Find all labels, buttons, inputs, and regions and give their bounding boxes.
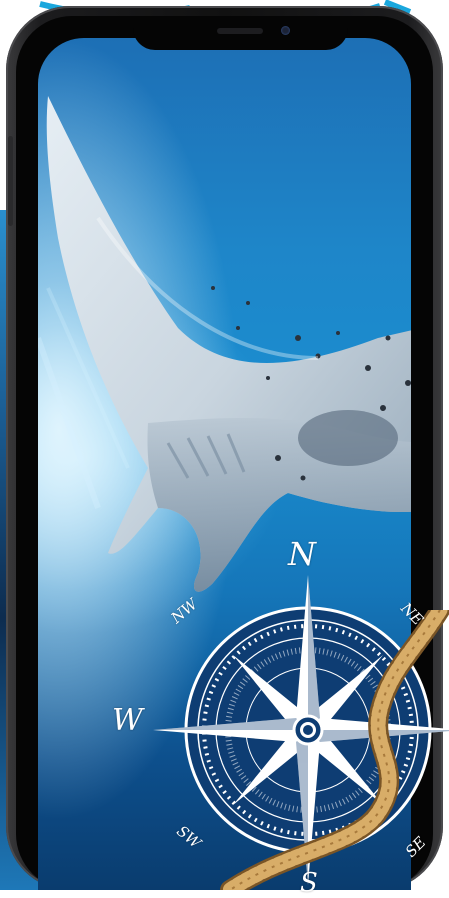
- notch-speaker: [217, 28, 263, 34]
- phone-side-button: [8, 136, 13, 226]
- compass-label-south: S: [300, 868, 318, 898]
- compass-label-west: W: [112, 703, 143, 738]
- compass-label-north: N: [288, 535, 316, 573]
- notch-camera-icon: [281, 26, 290, 35]
- phone-notch: [133, 16, 348, 50]
